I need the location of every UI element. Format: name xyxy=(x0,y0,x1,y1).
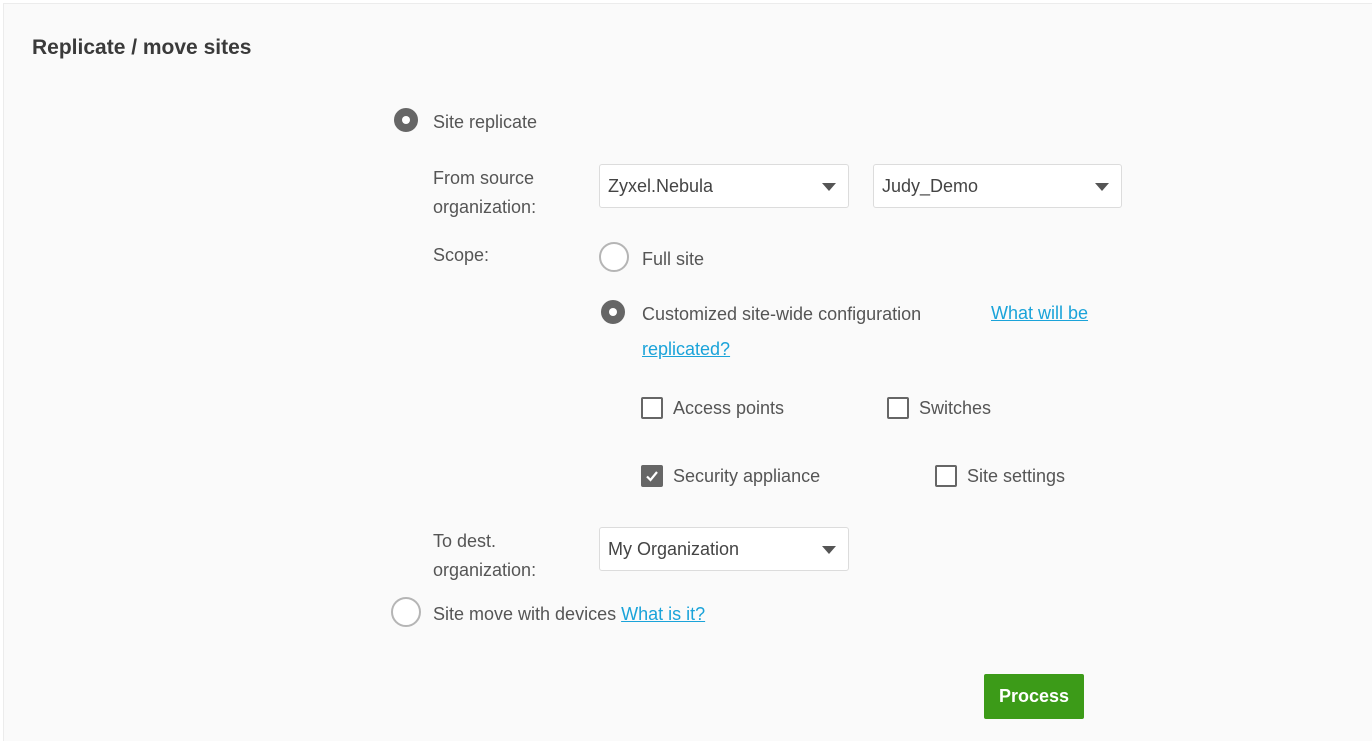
source-site-select[interactable]: Judy_Demo xyxy=(873,164,1122,208)
site-move-text: Site move with devices xyxy=(433,604,617,624)
access-points-checkbox[interactable] xyxy=(641,397,663,419)
page-title: Replicate / move sites xyxy=(32,36,252,59)
switches-checkbox[interactable] xyxy=(887,397,909,419)
chevron-down-icon xyxy=(822,183,836,191)
site-replicate-label: Site replicate xyxy=(433,112,538,132)
checkmark-icon xyxy=(646,471,658,482)
site-replicate-radio[interactable] xyxy=(394,108,418,132)
customized-config-label: Customized site-wide configuration xyxy=(642,304,922,324)
what-will-be-replicated-link[interactable]: What will be xyxy=(991,303,1088,324)
scope-label: Scope: xyxy=(433,245,490,265)
full-site-label: Full site xyxy=(642,249,705,269)
source-org-label-line1: From source xyxy=(433,168,535,188)
dest-org-label-line1: To dest. xyxy=(433,531,497,551)
what-will-be-replicated-link-cont[interactable]: replicated? xyxy=(642,339,730,360)
site-move-radio[interactable] xyxy=(391,597,421,627)
source-org-label-line2: organization: xyxy=(433,197,537,217)
dest-org-label-line2: organization: xyxy=(433,560,537,580)
access-points-label: Access points xyxy=(673,398,785,418)
customized-config-radio[interactable] xyxy=(601,300,625,324)
source-org-label: From source organization: xyxy=(433,164,536,222)
process-button[interactable]: Process xyxy=(984,674,1084,719)
site-settings-checkbox[interactable] xyxy=(935,465,957,487)
replicate-move-panel: Replicate / move sites xyxy=(3,3,1372,741)
security-appliance-label: Security appliance xyxy=(673,466,821,486)
dest-org-label: To dest. organization: xyxy=(433,527,536,585)
site-move-label: Site move with devices What is it? xyxy=(433,600,705,629)
what-is-it-link[interactable]: What is it? xyxy=(621,604,705,624)
chevron-down-icon xyxy=(1095,183,1109,191)
source-site-value: Judy_Demo xyxy=(882,176,979,196)
full-site-radio[interactable] xyxy=(599,242,629,272)
source-org-select[interactable]: Zyxel.Nebula xyxy=(599,164,849,208)
chevron-down-icon xyxy=(822,546,836,554)
dest-org-select[interactable]: My Organization xyxy=(599,527,849,571)
source-org-value: Zyxel.Nebula xyxy=(608,176,714,196)
switches-label: Switches xyxy=(919,398,992,418)
site-settings-label: Site settings xyxy=(967,466,1066,486)
security-appliance-checkbox[interactable] xyxy=(641,465,663,487)
dest-org-value: My Organization xyxy=(608,539,740,559)
